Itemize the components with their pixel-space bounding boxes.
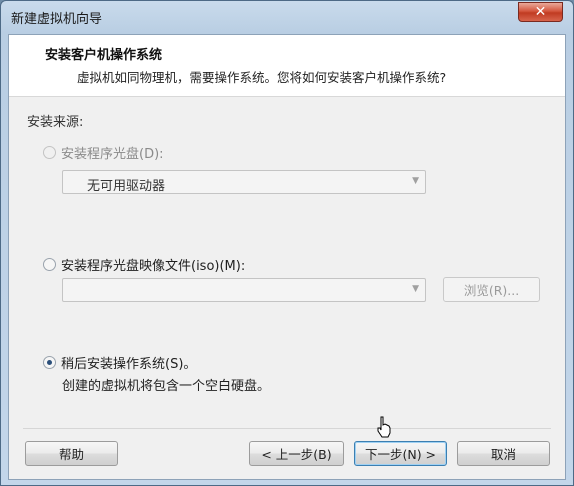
wizard-window: 新建虚拟机向导 ✕ 安装客户机操作系统 虚拟机如同物理机，需要操作系统。您将如何… bbox=[0, 0, 574, 486]
browse-button[interactable]: 浏览(R)... bbox=[443, 277, 540, 302]
page-title: 安装客户机操作系统 bbox=[45, 48, 163, 63]
wizard-body: 安装客户机操作系统 虚拟机如同物理机，需要操作系统。您将如何安装客户机操作系统?… bbox=[8, 34, 566, 480]
dropdown-arrow-icon: ▼ bbox=[412, 284, 419, 294]
dropdown-arrow-icon: ▼ bbox=[412, 176, 419, 186]
help-button[interactable]: 帮助 bbox=[25, 441, 118, 466]
window-title: 新建虚拟机向导 bbox=[11, 12, 103, 27]
install-source-label: 安装来源: bbox=[27, 115, 84, 130]
back-button[interactable]: < 上一步(B) bbox=[249, 441, 344, 466]
later-radio[interactable] bbox=[43, 356, 56, 369]
later-option-row[interactable]: 稍后安装操作系统(S)。 bbox=[43, 353, 196, 372]
iso-option-row[interactable]: 安装程序光盘映像文件(iso)(M): bbox=[43, 255, 245, 274]
close-icon: ✕ bbox=[534, 4, 547, 20]
iso-path-combobox[interactable]: ▼ bbox=[62, 278, 426, 302]
disc-option-label: 安装程序光盘(D): bbox=[61, 147, 164, 162]
later-description: 创建的虚拟机将包含一个空白硬盘。 bbox=[62, 379, 271, 394]
next-button[interactable]: 下一步(N) > bbox=[354, 441, 447, 466]
title-bar[interactable]: 新建虚拟机向导 ✕ bbox=[1, 1, 573, 35]
disc-radio[interactable] bbox=[43, 146, 56, 159]
footer-divider bbox=[23, 428, 551, 429]
page-subtitle: 虚拟机如同物理机，需要操作系统。您将如何安装客户机操作系统? bbox=[77, 70, 447, 85]
wizard-header: 安装客户机操作系统 虚拟机如同物理机，需要操作系统。您将如何安装客户机操作系统? bbox=[9, 35, 565, 97]
iso-radio[interactable] bbox=[43, 258, 56, 271]
disc-drive-select[interactable]: 无可用驱动器 ▼ bbox=[62, 170, 426, 194]
close-button[interactable]: ✕ bbox=[518, 2, 563, 22]
disc-option-row[interactable]: 安装程序光盘(D): bbox=[43, 143, 164, 162]
disc-drive-value: 无可用驱动器 bbox=[87, 179, 166, 194]
cancel-button[interactable]: 取消 bbox=[457, 441, 550, 466]
iso-option-label: 安装程序光盘映像文件(iso)(M): bbox=[61, 259, 246, 274]
mouse-pointer-icon bbox=[377, 416, 391, 438]
later-option-label: 稍后安装操作系统(S)。 bbox=[61, 357, 197, 372]
